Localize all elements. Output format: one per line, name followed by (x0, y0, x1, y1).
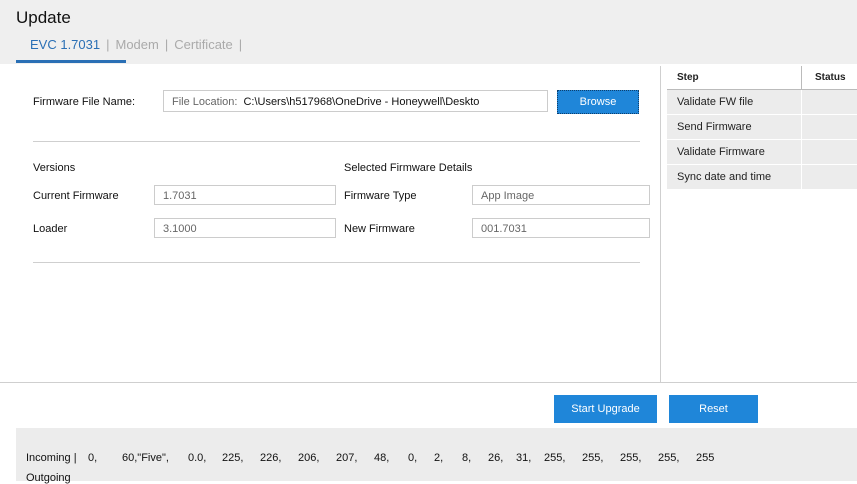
log-value: 0.0, (188, 452, 207, 464)
loader-field: 3.1000 (154, 218, 336, 238)
tab-bar: EVC 1.7031 | Modem | Certificate | (30, 37, 248, 52)
footer-divider (0, 382, 857, 383)
incoming-label: Incoming | (26, 452, 77, 464)
tab-evc[interactable]: EVC 1.7031 (30, 37, 100, 52)
log-value: 2, (434, 452, 444, 464)
firmware-file-input[interactable]: File Location: C:\Users\h517968\OneDrive … (163, 90, 548, 112)
tab-separator: | (238, 37, 243, 52)
start-upgrade-button[interactable]: Start Upgrade (554, 395, 657, 423)
reset-button[interactable]: Reset (669, 395, 758, 423)
current-firmware-label: Current Firmware (33, 190, 119, 202)
firmware-type-label: Firmware Type (344, 190, 417, 202)
step-name: Validate FW file (667, 90, 801, 114)
table-row: Sync date and time (667, 165, 857, 190)
log-value: 60,"Five", (122, 452, 169, 464)
selected-firmware-heading: Selected Firmware Details (344, 162, 473, 174)
step-status (802, 115, 857, 139)
table-row: Send Firmware (667, 115, 857, 140)
log-value: 8, (462, 452, 472, 464)
divider (33, 141, 640, 142)
steps-table-header: Step Status (667, 66, 857, 90)
outgoing-label: Outgoing (26, 472, 71, 484)
status-column-header: Status (815, 72, 846, 83)
log-value: 26, (488, 452, 504, 464)
log-value: 206, (298, 452, 320, 464)
page-title: Update (16, 8, 71, 27)
firmware-file-label: Firmware File Name: (33, 96, 136, 108)
versions-heading: Versions (33, 162, 76, 174)
log-value: 255, (620, 452, 642, 464)
log-value: 0, (408, 452, 418, 464)
tab-certificate[interactable]: Certificate (174, 37, 233, 52)
log-value: 255, (582, 452, 604, 464)
incoming-log-row: Incoming | 0, 60,"Five", 0.0, 225, 226, 206, 2… (26, 452, 726, 464)
tab-separator: | (106, 37, 110, 52)
step-name: Send Firmware (667, 115, 801, 139)
file-location-prefix: File Location: (172, 96, 238, 108)
step-column-header: Step (677, 72, 699, 83)
table-row: Validate FW file (667, 90, 857, 115)
log-value: 255, (658, 452, 680, 464)
loader-label: Loader (33, 223, 68, 235)
current-firmware-field: 1.7031 (154, 185, 336, 205)
tab-separator: | (164, 37, 169, 52)
new-firmware-label: New Firmware (344, 223, 415, 235)
step-name: Validate Firmware (667, 140, 801, 164)
log-value: 255 (696, 452, 715, 464)
step-status (802, 90, 857, 114)
table-row: Validate Firmware (667, 140, 857, 165)
column-divider (801, 66, 802, 89)
log-value: 207, (336, 452, 358, 464)
firmware-type-field: App Image (472, 185, 650, 205)
log-value: 255, (544, 452, 566, 464)
divider (33, 262, 640, 263)
step-status (802, 165, 857, 189)
incoming-values: 0, 60,"Five", 0.0, 225, 226, 206, 207, 48, 0, 2, 8… (88, 452, 726, 464)
active-tab-indicator (16, 60, 126, 63)
browse-button[interactable]: Browse (557, 90, 639, 114)
log-value: 0, (88, 452, 98, 464)
log-value: 225, (222, 452, 244, 464)
file-location-path: C:\Users\h517968\OneDrive - Honeywell\De… (243, 96, 480, 108)
page-header: Update EVC 1.7031 | Modem | Certificate … (0, 0, 857, 64)
log-value: 31, (516, 452, 532, 464)
new-firmware-field: 001.7031 (472, 218, 650, 238)
step-name: Sync date and time (667, 165, 801, 189)
panel-divider (660, 66, 661, 382)
tab-modem[interactable]: Modem (116, 37, 159, 52)
step-status (802, 140, 857, 164)
log-value: 226, (260, 452, 282, 464)
serial-log: Incoming | 0, 60,"Five", 0.0, 225, 226, 206, 2… (16, 428, 857, 484)
outgoing-log-row: Outgoing (26, 472, 88, 484)
log-value: 48, (374, 452, 390, 464)
